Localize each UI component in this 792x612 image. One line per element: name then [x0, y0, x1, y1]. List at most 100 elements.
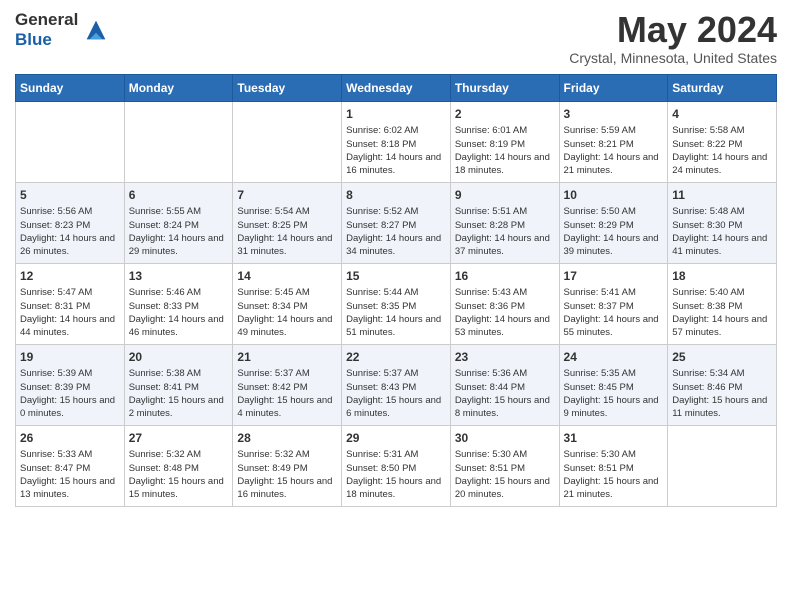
day-number: 16 — [455, 268, 555, 285]
day-number: 8 — [346, 187, 446, 204]
day-info: Sunrise: 5:40 AMSunset: 8:38 PMDaylight:… — [672, 286, 772, 339]
calendar-cell: 19Sunrise: 5:39 AMSunset: 8:39 PMDayligh… — [16, 344, 125, 425]
calendar-cell: 26Sunrise: 5:33 AMSunset: 8:47 PMDayligh… — [16, 425, 125, 506]
day-info: Sunrise: 5:51 AMSunset: 8:28 PMDaylight:… — [455, 205, 555, 258]
calendar-cell: 8Sunrise: 5:52 AMSunset: 8:27 PMDaylight… — [342, 182, 451, 263]
calendar-cell: 28Sunrise: 5:32 AMSunset: 8:49 PMDayligh… — [233, 425, 342, 506]
calendar-cell: 5Sunrise: 5:56 AMSunset: 8:23 PMDaylight… — [16, 182, 125, 263]
column-header-sunday: Sunday — [16, 74, 125, 101]
logo-icon — [82, 16, 110, 44]
day-number: 9 — [455, 187, 555, 204]
calendar-cell — [233, 101, 342, 182]
day-number: 13 — [129, 268, 229, 285]
day-info: Sunrise: 5:56 AMSunset: 8:23 PMDaylight:… — [20, 205, 120, 258]
day-number: 26 — [20, 430, 120, 447]
day-number: 12 — [20, 268, 120, 285]
calendar-cell: 31Sunrise: 5:30 AMSunset: 8:51 PMDayligh… — [559, 425, 668, 506]
calendar-cell: 23Sunrise: 5:36 AMSunset: 8:44 PMDayligh… — [450, 344, 559, 425]
day-info: Sunrise: 5:58 AMSunset: 8:22 PMDaylight:… — [672, 124, 772, 177]
calendar-cell: 18Sunrise: 5:40 AMSunset: 8:38 PMDayligh… — [668, 263, 777, 344]
day-number: 21 — [237, 349, 337, 366]
day-info: Sunrise: 5:45 AMSunset: 8:34 PMDaylight:… — [237, 286, 337, 339]
calendar-cell: 25Sunrise: 5:34 AMSunset: 8:46 PMDayligh… — [668, 344, 777, 425]
day-number: 18 — [672, 268, 772, 285]
column-header-friday: Friday — [559, 74, 668, 101]
day-info: Sunrise: 6:01 AMSunset: 8:19 PMDaylight:… — [455, 124, 555, 177]
calendar-table: SundayMondayTuesdayWednesdayThursdayFrid… — [15, 74, 777, 507]
logo: General Blue — [15, 10, 110, 50]
day-number: 19 — [20, 349, 120, 366]
calendar-week-row: 19Sunrise: 5:39 AMSunset: 8:39 PMDayligh… — [16, 344, 777, 425]
calendar-cell: 12Sunrise: 5:47 AMSunset: 8:31 PMDayligh… — [16, 263, 125, 344]
day-info: Sunrise: 5:37 AMSunset: 8:42 PMDaylight:… — [237, 367, 337, 420]
location-subtitle: Crystal, Minnesota, United States — [569, 50, 777, 66]
calendar-cell: 9Sunrise: 5:51 AMSunset: 8:28 PMDaylight… — [450, 182, 559, 263]
day-number: 14 — [237, 268, 337, 285]
day-number: 3 — [564, 106, 664, 123]
day-info: Sunrise: 5:43 AMSunset: 8:36 PMDaylight:… — [455, 286, 555, 339]
calendar-cell: 15Sunrise: 5:44 AMSunset: 8:35 PMDayligh… — [342, 263, 451, 344]
calendar-cell — [16, 101, 125, 182]
column-header-monday: Monday — [124, 74, 233, 101]
calendar-cell: 10Sunrise: 5:50 AMSunset: 8:29 PMDayligh… — [559, 182, 668, 263]
day-info: Sunrise: 5:33 AMSunset: 8:47 PMDaylight:… — [20, 448, 120, 501]
calendar-cell: 22Sunrise: 5:37 AMSunset: 8:43 PMDayligh… — [342, 344, 451, 425]
day-info: Sunrise: 5:39 AMSunset: 8:39 PMDaylight:… — [20, 367, 120, 420]
day-info: Sunrise: 5:59 AMSunset: 8:21 PMDaylight:… — [564, 124, 664, 177]
calendar-cell: 7Sunrise: 5:54 AMSunset: 8:25 PMDaylight… — [233, 182, 342, 263]
title-block: May 2024 Crystal, Minnesota, United Stat… — [569, 10, 777, 66]
day-info: Sunrise: 5:46 AMSunset: 8:33 PMDaylight:… — [129, 286, 229, 339]
day-number: 31 — [564, 430, 664, 447]
day-info: Sunrise: 5:55 AMSunset: 8:24 PMDaylight:… — [129, 205, 229, 258]
column-header-saturday: Saturday — [668, 74, 777, 101]
day-number: 10 — [564, 187, 664, 204]
day-number: 5 — [20, 187, 120, 204]
day-info: Sunrise: 5:37 AMSunset: 8:43 PMDaylight:… — [346, 367, 446, 420]
day-info: Sunrise: 5:48 AMSunset: 8:30 PMDaylight:… — [672, 205, 772, 258]
day-info: Sunrise: 5:44 AMSunset: 8:35 PMDaylight:… — [346, 286, 446, 339]
calendar-cell: 14Sunrise: 5:45 AMSunset: 8:34 PMDayligh… — [233, 263, 342, 344]
calendar-body: 1Sunrise: 6:02 AMSunset: 8:18 PMDaylight… — [16, 101, 777, 506]
calendar-cell: 24Sunrise: 5:35 AMSunset: 8:45 PMDayligh… — [559, 344, 668, 425]
column-header-tuesday: Tuesday — [233, 74, 342, 101]
day-number: 15 — [346, 268, 446, 285]
logo-blue: Blue — [15, 30, 78, 50]
day-number: 17 — [564, 268, 664, 285]
calendar-cell — [668, 425, 777, 506]
calendar-cell: 6Sunrise: 5:55 AMSunset: 8:24 PMDaylight… — [124, 182, 233, 263]
calendar-cell: 20Sunrise: 5:38 AMSunset: 8:41 PMDayligh… — [124, 344, 233, 425]
day-info: Sunrise: 5:30 AMSunset: 8:51 PMDaylight:… — [564, 448, 664, 501]
calendar-cell: 27Sunrise: 5:32 AMSunset: 8:48 PMDayligh… — [124, 425, 233, 506]
calendar-cell: 29Sunrise: 5:31 AMSunset: 8:50 PMDayligh… — [342, 425, 451, 506]
day-number: 22 — [346, 349, 446, 366]
day-number: 30 — [455, 430, 555, 447]
day-number: 29 — [346, 430, 446, 447]
calendar-cell: 17Sunrise: 5:41 AMSunset: 8:37 PMDayligh… — [559, 263, 668, 344]
day-number: 4 — [672, 106, 772, 123]
day-number: 23 — [455, 349, 555, 366]
day-info: Sunrise: 5:35 AMSunset: 8:45 PMDaylight:… — [564, 367, 664, 420]
day-info: Sunrise: 5:30 AMSunset: 8:51 PMDaylight:… — [455, 448, 555, 501]
day-number: 2 — [455, 106, 555, 123]
day-info: Sunrise: 5:34 AMSunset: 8:46 PMDaylight:… — [672, 367, 772, 420]
day-number: 1 — [346, 106, 446, 123]
calendar-week-row: 1Sunrise: 6:02 AMSunset: 8:18 PMDaylight… — [16, 101, 777, 182]
day-info: Sunrise: 5:47 AMSunset: 8:31 PMDaylight:… — [20, 286, 120, 339]
day-number: 25 — [672, 349, 772, 366]
day-number: 20 — [129, 349, 229, 366]
calendar-cell: 3Sunrise: 5:59 AMSunset: 8:21 PMDaylight… — [559, 101, 668, 182]
day-number: 24 — [564, 349, 664, 366]
day-number: 7 — [237, 187, 337, 204]
day-number: 28 — [237, 430, 337, 447]
calendar-cell: 4Sunrise: 5:58 AMSunset: 8:22 PMDaylight… — [668, 101, 777, 182]
day-info: Sunrise: 6:02 AMSunset: 8:18 PMDaylight:… — [346, 124, 446, 177]
day-number: 27 — [129, 430, 229, 447]
calendar-cell: 21Sunrise: 5:37 AMSunset: 8:42 PMDayligh… — [233, 344, 342, 425]
day-info: Sunrise: 5:52 AMSunset: 8:27 PMDaylight:… — [346, 205, 446, 258]
day-info: Sunrise: 5:36 AMSunset: 8:44 PMDaylight:… — [455, 367, 555, 420]
day-info: Sunrise: 5:38 AMSunset: 8:41 PMDaylight:… — [129, 367, 229, 420]
calendar-week-row: 12Sunrise: 5:47 AMSunset: 8:31 PMDayligh… — [16, 263, 777, 344]
calendar-cell: 30Sunrise: 5:30 AMSunset: 8:51 PMDayligh… — [450, 425, 559, 506]
logo-text-block: General Blue — [15, 10, 110, 50]
column-header-wednesday: Wednesday — [342, 74, 451, 101]
